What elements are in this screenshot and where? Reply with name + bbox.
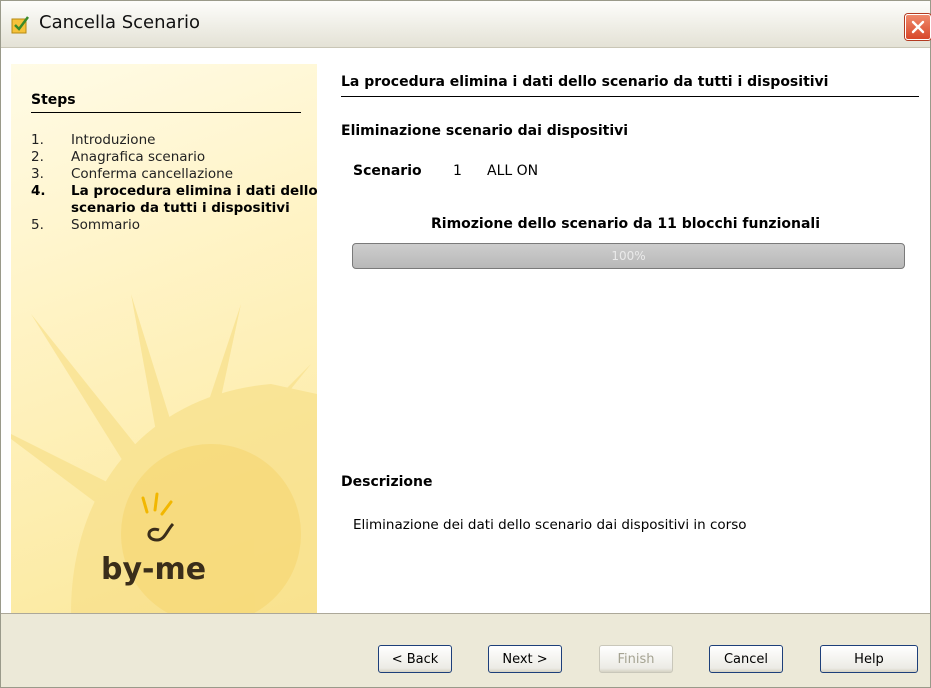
- progress-title: Rimozione dello scenario da 11 blocchi f…: [431, 216, 821, 232]
- steps-sidebar: Steps 1. Introduzione 2. Anagrafica scen…: [11, 64, 317, 613]
- step-item: 1. Introduzione: [31, 132, 317, 149]
- window-title: Cancella Scenario: [39, 12, 200, 33]
- step-item: 3. Conferma cancellazione: [31, 166, 317, 183]
- step-label: La procedura elimina i dati dello scenar…: [71, 183, 317, 216]
- scenario-label: Scenario: [353, 163, 422, 179]
- close-button[interactable]: [905, 14, 931, 40]
- step-number: 2.: [31, 149, 44, 165]
- step-number: 1.: [31, 132, 44, 148]
- by-me-logo: by-me: [101, 552, 207, 587]
- scenario-name: ALL ON: [487, 163, 539, 179]
- step-number: 3.: [31, 166, 44, 182]
- step-number: 4.: [31, 183, 46, 199]
- page-title: La procedura elimina i dati dello scenar…: [341, 74, 919, 97]
- step-label: Introduzione: [71, 132, 156, 148]
- app-check-icon: [11, 16, 29, 34]
- description-title: Descrizione: [341, 474, 433, 490]
- scenario-info: Scenario 1 ALL ON: [353, 163, 538, 179]
- step-label: Conferma cancellazione: [71, 166, 234, 182]
- progress-text: 100%: [611, 249, 646, 263]
- wizard-content: Steps 1. Introduzione 2. Anagrafica scen…: [1, 48, 930, 614]
- back-button[interactable]: < Back: [378, 645, 452, 673]
- finish-button[interactable]: Finish: [599, 645, 673, 673]
- description-text: Eliminazione dei dati dello scenario dai…: [353, 517, 747, 533]
- steps-title: Steps: [31, 92, 301, 113]
- step-label: Anagrafica scenario: [71, 149, 206, 165]
- progress-bar: 100%: [352, 243, 905, 269]
- step-item: 2. Anagrafica scenario: [31, 149, 317, 166]
- title-bar[interactable]: Cancella Scenario: [1, 1, 931, 48]
- step-number: 5.: [31, 217, 44, 233]
- help-button[interactable]: Help: [820, 645, 918, 673]
- wizard-window: Cancella Scenario Steps 1. Introduzione …: [0, 0, 931, 688]
- step-label: Sommario: [71, 217, 140, 233]
- next-button[interactable]: Next >: [488, 645, 562, 673]
- cancel-button[interactable]: Cancel: [709, 645, 783, 673]
- step-item: 5. Sommario: [31, 217, 317, 234]
- scenario-id: 1: [453, 163, 462, 179]
- steps-list: 1. Introduzione 2. Anagrafica scenario 3…: [31, 132, 317, 234]
- close-icon: [911, 20, 925, 34]
- section-subheading: Eliminazione scenario dai dispositivi: [341, 123, 629, 139]
- step-item-current: 4. La procedura elimina i dati dello sce…: [31, 183, 317, 217]
